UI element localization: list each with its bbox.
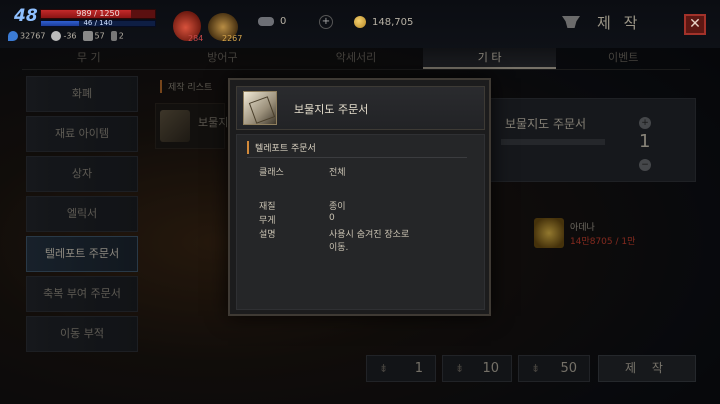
- wing-icon: [82, 31, 93, 41]
- mp-bar: 46 / 140: [40, 19, 156, 27]
- sword-icon: [110, 31, 117, 41]
- stat-exp: 32767: [8, 31, 45, 41]
- add-resource-button[interactable]: +: [319, 15, 333, 29]
- drop-icon: [8, 31, 18, 41]
- popup-item-name: 보물지도 주문서: [294, 103, 369, 116]
- info-value: 종이: [329, 202, 346, 212]
- popup-section-title: 텔레포트 주문서: [247, 141, 316, 154]
- info-key: 재질: [259, 202, 276, 212]
- popup-header: 보물지도 주문서: [236, 86, 485, 130]
- info-value: 0: [329, 213, 335, 223]
- stone-icon: [258, 17, 274, 26]
- item-info-popup: 보물지도 주문서 텔레포트 주문서 클래스 전체 재질 종이 무게 0 설명 사용시 숨…: [228, 78, 491, 316]
- info-key: 무게: [259, 216, 276, 226]
- info-key: 클래스: [259, 168, 284, 178]
- stone-resource: 0: [258, 16, 286, 27]
- skull-icon: [51, 31, 62, 41]
- stat-defense: 57: [82, 31, 105, 41]
- info-row-weight: 무게 0: [259, 213, 449, 226]
- hp-bar: 989 / 1250: [40, 9, 156, 19]
- player-stats: 32767 -36 57 2: [8, 31, 124, 41]
- player-level: 48: [14, 6, 38, 26]
- info-key: 설명: [259, 230, 276, 240]
- stone-count: 0: [280, 16, 287, 27]
- divider: [247, 157, 467, 158]
- info-value: 전체: [329, 168, 346, 178]
- gold-count: 148,705: [372, 16, 414, 28]
- stat-other: 2: [110, 31, 124, 41]
- treasure-map-scroll-icon: [243, 91, 277, 125]
- mp-text: 46 / 140: [83, 19, 113, 27]
- top-status-bar: 48 989 / 1250 46 / 140 32767 -36 57 2 28…: [0, 0, 720, 48]
- info-row-class: 클래스 전체: [259, 165, 449, 178]
- hp-text: 989 / 1250: [76, 9, 120, 18]
- scroll-count: 2267: [222, 34, 243, 43]
- gold-resource: 148,705: [354, 16, 413, 28]
- potion-count: 284: [188, 34, 204, 43]
- info-row-material: 재질 종이: [259, 199, 449, 212]
- info-value: 사용시 숨겨진 장소로 이동.: [329, 230, 410, 253]
- popup-body: 텔레포트 주문서 클래스 전체 재질 종이 무게 0 설명 사용시 숨겨진 장소로 이동…: [236, 134, 485, 310]
- close-button[interactable]: ✕: [684, 14, 706, 35]
- stat-karma: -36: [51, 31, 77, 41]
- info-row-description: 설명 사용시 숨겨진 장소로 이동.: [259, 227, 449, 253]
- gold-coin-icon: [354, 16, 366, 28]
- page-title: 제 작: [597, 14, 642, 32]
- anvil-icon: [562, 16, 580, 28]
